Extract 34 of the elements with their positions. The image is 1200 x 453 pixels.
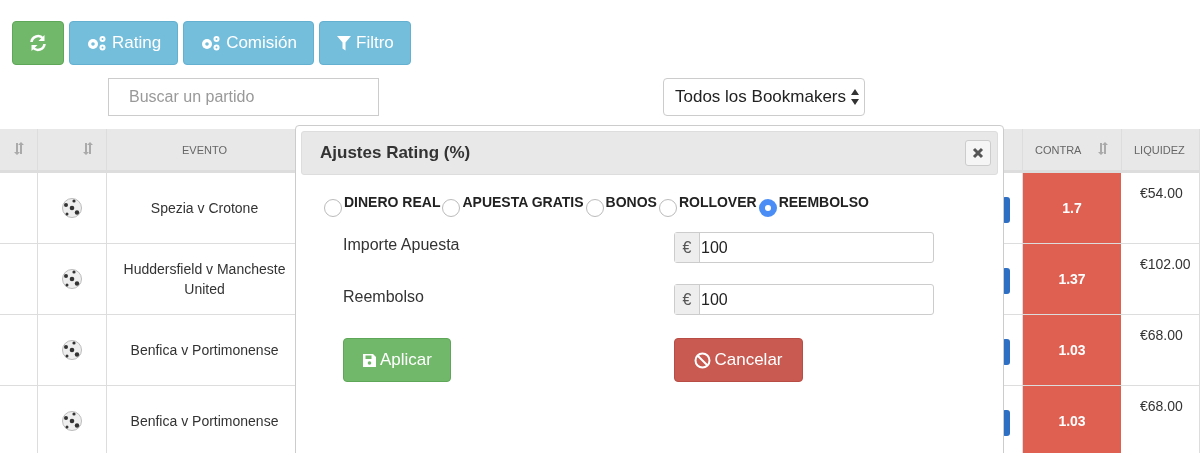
contra-odds: 1.37 (1023, 244, 1122, 314)
column-header-cell[interactable]: CONTRA (1023, 129, 1122, 170)
event-name: Benfica v Portimonense (130, 341, 279, 360)
event-name: Benfica v Portimonense (130, 412, 279, 431)
bookmaker-select[interactable]: Todos los Bookmakers (663, 78, 866, 116)
radio-option[interactable]: ROLLOVER (658, 192, 757, 217)
currency-addon: € (675, 233, 700, 262)
field-label: Importe Apuesta (343, 234, 461, 255)
column-header-cell[interactable]: LIQUIDEZ (1122, 129, 1200, 170)
radio-option[interactable]: APUESTA GRATIS (442, 192, 584, 217)
event-name: Spezia v Crotone (150, 199, 259, 218)
search-field[interactable]: Buscar un partido (108, 78, 379, 116)
amount-value: 100 (700, 237, 729, 258)
amount-value: 100 (700, 289, 729, 310)
amount-field[interactable]: € 100 (674, 284, 934, 315)
event-name: Huddersfield v Mancheste United (122, 260, 287, 299)
field-label: Reembolso (343, 286, 425, 307)
column-title: CONTRA (1035, 143, 1082, 158)
radio-option[interactable]: BONOS (585, 192, 657, 217)
contra-odds: 1.03 (1023, 386, 1122, 453)
currency-addon: € (675, 285, 700, 314)
modal-title: Ajustes Rating (%) (320, 142, 471, 165)
amount-field[interactable]: € 100 (674, 232, 934, 263)
radio-option[interactable]: DINERO REAL (324, 192, 441, 217)
liquidity-value: €102.00 (1140, 255, 1191, 274)
radio-option[interactable]: REEMBOLSO (758, 192, 869, 217)
liquidity-value: €68.00 (1140, 397, 1183, 416)
column-title: EVENTO (182, 143, 227, 158)
liquidity-value: €68.00 (1140, 326, 1183, 345)
column-title: LIQUIDEZ (1134, 143, 1185, 158)
contra-odds: 1.03 (1023, 315, 1122, 385)
liquidity-value: €54.00 (1140, 184, 1183, 203)
cancel-button[interactable]: Cancelar (674, 338, 803, 382)
contra-odds: 1.7 (1023, 173, 1122, 243)
